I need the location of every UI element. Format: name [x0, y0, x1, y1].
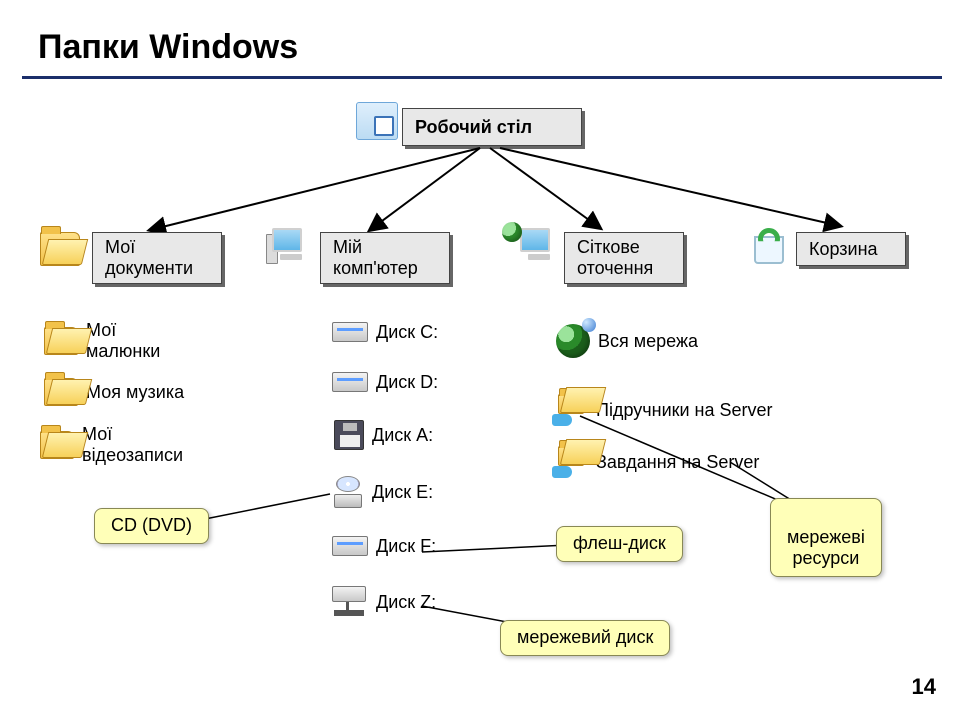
drive-icon [332, 372, 368, 392]
floppy-icon [334, 420, 364, 450]
item-mypictures: Мої малюнки [44, 320, 160, 361]
callout-cd: CD (DVD) [94, 508, 209, 544]
node-mydocs: Мої документи [92, 232, 222, 284]
callout-netres: мережеві ресурси [770, 498, 882, 577]
netshare-icon [552, 446, 588, 478]
callout-netdrive: мережевий диск [500, 620, 670, 656]
drive-f-label: Диск F: [376, 536, 436, 557]
mycomputer-label: Мій комп'ютер [333, 237, 418, 278]
callout-netdrive-label: мережевий диск [517, 627, 653, 647]
callout-netres-label: мережеві ресурси [787, 527, 865, 569]
item-drive-e: Диск E: [332, 476, 433, 508]
mydocs-icon [40, 232, 80, 271]
item-drive-a: Диск A: [334, 420, 433, 450]
node-recycle: Корзина [796, 232, 906, 266]
folder-icon [44, 378, 78, 406]
tasks-label: Завдання на Server [596, 452, 759, 473]
drive-e-label: Диск E: [372, 482, 433, 503]
slide-title: Папки Windows [38, 28, 298, 67]
item-drive-f: Диск F: [332, 536, 436, 557]
folder-icon [40, 431, 74, 459]
item-drive-c: Диск C: [332, 322, 438, 343]
title-rule [22, 76, 942, 79]
mypictures-label: Мої малюнки [86, 320, 160, 361]
item-textbooks-server: Підручники на Server [552, 394, 773, 426]
recycle-icon [750, 224, 788, 269]
item-whole-network: Вся мережа [556, 324, 698, 358]
callout-flash: флеш-диск [556, 526, 683, 562]
drive-a-label: Диск A: [372, 425, 433, 446]
node-mycomputer: Мій комп'ютер [320, 232, 450, 284]
netdrive-icon [330, 586, 368, 618]
node-desktop: Робочий стіл [402, 108, 582, 146]
myvideos-label: Мої відеозаписи [82, 424, 183, 465]
mymusic-label: Моя музика [86, 382, 184, 403]
item-drive-d: Диск D: [332, 372, 438, 393]
callout-cd-label: CD (DVD) [111, 515, 192, 535]
drive-icon [332, 322, 368, 342]
item-drive-z: Диск Z: [330, 586, 436, 618]
desktop-label: Робочий стіл [415, 117, 532, 138]
drive-c-label: Диск C: [376, 322, 438, 343]
callout-flash-label: флеш-диск [573, 533, 666, 553]
desktop-icon [356, 102, 398, 145]
mydocs-label: Мої документи [105, 237, 193, 278]
drive-z-label: Диск Z: [376, 592, 436, 613]
recycle-label: Корзина [809, 239, 878, 260]
netshare-icon [552, 394, 588, 426]
network-icon [514, 228, 558, 273]
item-mymusic: Моя музика [44, 378, 184, 406]
cd-icon [332, 476, 364, 508]
drive-d-label: Диск D: [376, 372, 438, 393]
network-label: Сіткове оточення [577, 237, 653, 278]
item-myvideos: Мої відеозаписи [40, 424, 183, 465]
whole-network-label: Вся мережа [598, 331, 698, 352]
textbooks-label: Підручники на Server [596, 400, 773, 421]
node-network: Сіткове оточення [564, 232, 684, 284]
page-number: 14 [912, 674, 936, 700]
mycomputer-icon [266, 228, 310, 273]
item-tasks-server: Завдання на Server [552, 446, 759, 478]
folder-icon [44, 327, 78, 355]
drive-icon [332, 536, 368, 556]
globe-icon [556, 324, 590, 358]
